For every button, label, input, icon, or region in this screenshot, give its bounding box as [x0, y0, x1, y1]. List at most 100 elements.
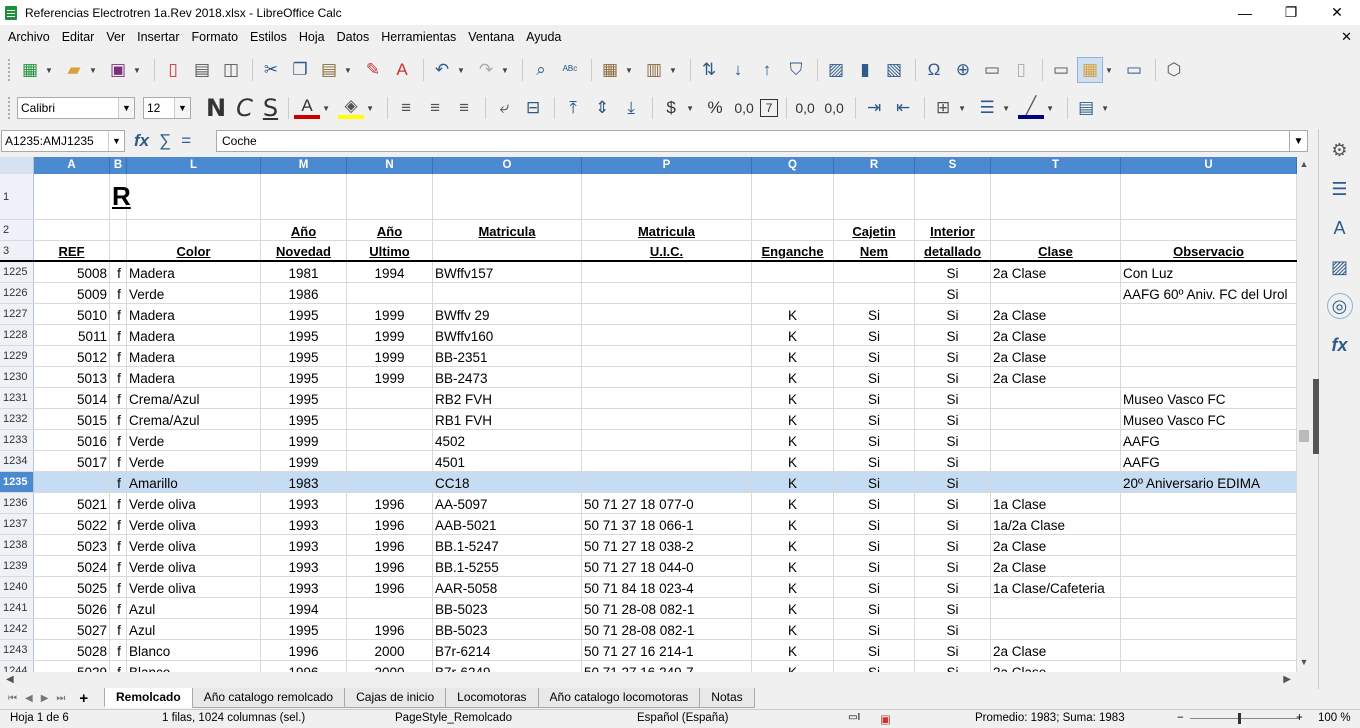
cell-a1231[interactable]: 5014 [34, 388, 110, 408]
cell-l1232[interactable]: Crema/Azul [127, 409, 261, 429]
sheet-tab[interactable]: Remolcado [104, 688, 193, 708]
cell-b1225[interactable]: f [110, 262, 127, 282]
close-button[interactable]: ✕ [1314, 0, 1360, 25]
cell-o1236[interactable]: AA-5097 [433, 493, 582, 513]
cell-s1243[interactable]: Si [915, 640, 991, 660]
cell-m1242[interactable]: 1995 [261, 619, 347, 639]
cell-n1242[interactable]: 1996 [347, 619, 433, 639]
formula-input[interactable]: Coche [216, 130, 1291, 152]
cell-m1226[interactable]: 1986 [261, 283, 347, 303]
cell-l1233[interactable]: Verde [127, 430, 261, 450]
cell-q1236[interactable]: K [752, 493, 834, 513]
redo-icon[interactable]: ↷ [473, 57, 499, 83]
row-header[interactable]: 1235 [0, 472, 34, 492]
name-box[interactable]: A1235:AMJ1235 ▼ [1, 130, 125, 152]
column-header-s[interactable]: S [915, 157, 991, 174]
cell-p1229[interactable] [582, 346, 752, 366]
cell-r1233[interactable]: Si [834, 430, 915, 450]
cell-r1237[interactable]: Si [834, 514, 915, 534]
cell-u1227[interactable] [1121, 304, 1297, 324]
horizontal-scrollbar[interactable]: ◀ ▶ [0, 672, 1297, 688]
cell-m1239[interactable]: 1993 [261, 556, 347, 576]
chevron-down-icon[interactable]: ▼ [108, 131, 124, 151]
define-print-area-icon[interactable]: ▭ [1048, 57, 1074, 83]
cell-p1235[interactable] [582, 472, 752, 492]
row-header[interactable]: 1233 [0, 430, 34, 450]
cell-t1230[interactable]: 2a Clase [991, 367, 1121, 387]
cell-t1238[interactable]: 2a Clase [991, 535, 1121, 555]
cell-q1238[interactable]: K [752, 535, 834, 555]
cell-o1[interactable] [433, 174, 582, 219]
cell-s1234[interactable]: Si [915, 451, 991, 471]
row-header[interactable]: 1 [0, 174, 34, 219]
cell-b1[interactable]: R [110, 174, 131, 219]
cell-o2[interactable]: Matricula [433, 220, 582, 240]
column-dropdown-icon[interactable]: ▼ [667, 57, 679, 83]
cell-r1243[interactable]: Si [834, 640, 915, 660]
italic-button[interactable]: C [236, 94, 253, 122]
cell-m1230[interactable]: 1995 [261, 367, 347, 387]
sheet-tab[interactable]: Notas [699, 688, 755, 708]
insert-image-icon[interactable]: ▨ [823, 57, 849, 83]
row-header[interactable]: 1226 [0, 283, 34, 303]
cell-n1236[interactable]: 1996 [347, 493, 433, 513]
column-header-u[interactable]: U [1121, 157, 1297, 174]
scroll-right-icon[interactable]: ▶ [1283, 674, 1291, 685]
cell-l2[interactable] [127, 220, 261, 240]
cell-b1238[interactable]: f [110, 535, 127, 555]
cell-p1237[interactable]: 50 71 37 18 066-1 [582, 514, 752, 534]
cell-u1230[interactable] [1121, 367, 1297, 387]
delete-decimal-icon[interactable]: 0,0 [821, 95, 847, 121]
cell-n1227[interactable]: 1999 [347, 304, 433, 324]
row-header[interactable]: 3 [0, 241, 34, 260]
page-style[interactable]: PageStyle_Remolcado [395, 712, 512, 724]
cell-b1241[interactable]: f [110, 598, 127, 618]
border-color-dropdown-icon[interactable]: ▼ [1044, 95, 1056, 121]
cell-r3[interactable]: Nem [834, 241, 915, 260]
center-vertically-icon[interactable]: ⇕ [589, 95, 615, 121]
column-header-b[interactable]: B [110, 157, 127, 174]
underline-button[interactable]: S [263, 94, 278, 122]
cell-s1[interactable] [915, 174, 991, 219]
save-icon[interactable]: ▣ [105, 57, 131, 83]
border-style-icon[interactable]: ☰ [974, 95, 1000, 121]
number-format-icon[interactable]: 0,0 [731, 95, 757, 121]
expand-formula-bar-icon[interactable]: ▼ [1289, 130, 1308, 152]
cell-a1242[interactable]: 5027 [34, 619, 110, 639]
last-sheet-icon[interactable]: ⏭ [56, 693, 65, 704]
cell-n1232[interactable] [347, 409, 433, 429]
cell-a1232[interactable]: 5015 [34, 409, 110, 429]
cell-n1238[interactable]: 1996 [347, 535, 433, 555]
paste-dropdown-icon[interactable]: ▼ [342, 57, 354, 83]
cell-s1237[interactable]: Si [915, 514, 991, 534]
borders-icon[interactable]: ⊞ [930, 95, 956, 121]
column-header-q[interactable]: Q [752, 157, 834, 174]
cell-l1229[interactable]: Madera [127, 346, 261, 366]
zoom-in-icon[interactable]: + [1296, 712, 1303, 724]
export-pdf-icon[interactable]: ▯ [160, 57, 186, 83]
cell-n1235[interactable] [347, 472, 433, 492]
cell-o1231[interactable]: RB2 FVH [433, 388, 582, 408]
menu-ayuda[interactable]: Ayuda [520, 30, 567, 44]
align-left-icon[interactable]: ≡ [393, 95, 419, 121]
cell-q1232[interactable]: K [752, 409, 834, 429]
cell-t1225[interactable]: 2a Clase [991, 262, 1121, 282]
copy-icon[interactable]: ❐ [287, 57, 313, 83]
cell-p1243[interactable]: 50 71 27 16 214-1 [582, 640, 752, 660]
row-header[interactable]: 1236 [0, 493, 34, 513]
cell-b1243[interactable]: f [110, 640, 127, 660]
column-header-a[interactable]: A [34, 157, 110, 174]
cell-n1243[interactable]: 2000 [347, 640, 433, 660]
cell-t1236[interactable]: 1a Clase [991, 493, 1121, 513]
show-draw-functions-icon[interactable]: ⬡ [1161, 57, 1187, 83]
cell-a1236[interactable]: 5021 [34, 493, 110, 513]
menu-ver[interactable]: Ver [100, 30, 131, 44]
cell-q1226[interactable] [752, 283, 834, 303]
cell-l1239[interactable]: Verde oliva [127, 556, 261, 576]
cell-s3[interactable]: detallado [915, 241, 991, 260]
cell-r1239[interactable]: Si [834, 556, 915, 576]
cell-b1240[interactable]: f [110, 577, 127, 597]
cell-l1230[interactable]: Madera [127, 367, 261, 387]
cell-a1239[interactable]: 5024 [34, 556, 110, 576]
cell-u1242[interactable] [1121, 619, 1297, 639]
